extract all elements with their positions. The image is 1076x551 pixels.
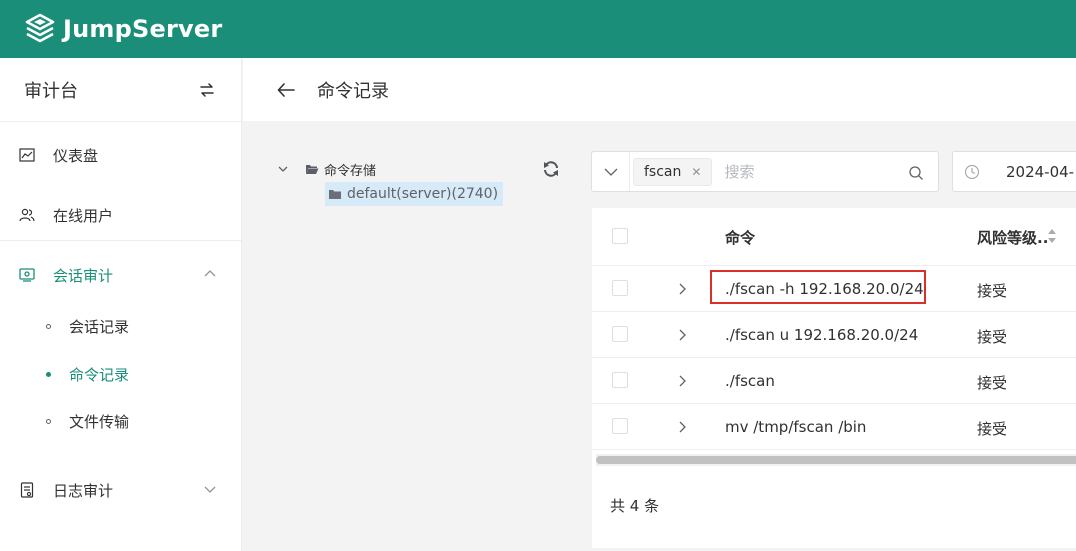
sidebar-subitem-label: 命令记录: [69, 365, 130, 384]
page-header: 命令记录: [243, 58, 1076, 121]
caret-down-icon[interactable]: [276, 162, 290, 176]
clock-icon: [964, 164, 980, 179]
sidebar-item-log-audit[interactable]: 日志审计: [0, 470, 241, 510]
sidebar-subitem-label: 会话记录: [69, 317, 130, 336]
chevron-down-icon[interactable]: [203, 482, 217, 496]
chevron-right-icon[interactable]: [677, 328, 689, 342]
sidebar-title: 审计台: [24, 80, 78, 102]
command-table: 命令 风险等级.. ./fscan -h 192.168.20.0/24 接受 …: [592, 208, 1076, 548]
sidebar-subitem-file-transfer[interactable]: 文件传输: [0, 401, 241, 441]
date-start-value: 2024-04-: [1006, 162, 1075, 181]
row-checkbox[interactable]: [612, 280, 628, 296]
date-range-picker[interactable]: 2024-04-: [952, 151, 1076, 192]
jumpserver-logo-icon: [24, 13, 56, 45]
risk-cell: 接受: [977, 282, 1008, 300]
sidebar-item-session-audit[interactable]: 会话审计: [0, 255, 241, 295]
column-header-command[interactable]: 命令: [725, 227, 755, 248]
sidebar-item-dashboard[interactable]: 仪表盘: [0, 135, 241, 175]
risk-cell: 接受: [977, 328, 1008, 346]
sort-icon[interactable]: [1047, 227, 1057, 245]
filter-tag: fscan ✕: [633, 157, 713, 186]
sidebar-item-label: 在线用户: [53, 206, 114, 225]
top-navbar: JumpServer: [0, 0, 1076, 58]
filter-tag-label: fscan: [644, 163, 682, 180]
brand-name: JumpServer: [63, 15, 223, 43]
row-checkbox[interactable]: [612, 418, 628, 434]
row-checkbox[interactable]: [612, 372, 628, 388]
command-cell: ./fscan u 192.168.20.0/24: [725, 326, 919, 344]
sidebar: 审计台 仪表盘 在线用户 会话审计 会话记录 命令记录 文件传输 日志审计: [0, 58, 242, 551]
users-icon: [18, 206, 36, 224]
sidebar-item-online-users[interactable]: 在线用户: [0, 195, 241, 235]
close-icon[interactable]: ✕: [691, 165, 701, 179]
horizontal-scrollbar[interactable]: [596, 454, 1076, 466]
risk-cell: 接受: [977, 374, 1008, 392]
tree-node-label: default(server)(2740): [347, 186, 499, 202]
scrollbar-thumb[interactable]: [596, 456, 1076, 464]
tree-node-label: 命令存储: [324, 163, 377, 179]
tree-node-root[interactable]: 命令存储: [276, 156, 576, 182]
command-cell: mv /tmp/fscan /bin: [725, 418, 867, 436]
sidebar-item-label: 仪表盘: [53, 146, 99, 165]
folder-open-icon: [306, 165, 319, 174]
chart-icon: [18, 146, 36, 164]
tree-node-default-server[interactable]: default(server)(2740): [325, 182, 504, 206]
sidebar-header: 审计台: [0, 58, 241, 122]
search-bar: fscan ✕: [591, 151, 939, 192]
bullet-dot-icon: [46, 323, 51, 329]
page-title: 命令记录: [317, 80, 389, 102]
table-row[interactable]: mv /tmp/fscan /bin 接受: [592, 404, 1076, 450]
chevron-right-icon[interactable]: [677, 282, 689, 296]
chevron-up-icon[interactable]: [203, 267, 217, 281]
sidebar-subitem-session-records[interactable]: 会话记录: [0, 306, 241, 346]
sidebar-subitem-command-records[interactable]: 命令记录: [0, 354, 241, 394]
bullet-dot-icon: [46, 371, 51, 377]
sidebar-item-label: 会话审计: [53, 266, 114, 285]
highlight-box: [710, 270, 926, 304]
table-row[interactable]: ./fscan 接受: [592, 358, 1076, 404]
command-cell: ./fscan: [725, 372, 775, 390]
row-checkbox[interactable]: [612, 326, 628, 342]
back-arrow-icon[interactable]: [276, 80, 296, 100]
folder-icon: [329, 190, 341, 199]
filter-dropdown[interactable]: [592, 152, 630, 191]
refresh-icon[interactable]: [542, 160, 560, 178]
chevron-down-icon: [604, 168, 617, 176]
sidebar-item-label: 日志审计: [53, 481, 114, 500]
chevron-right-icon[interactable]: [677, 420, 689, 434]
select-all-checkbox[interactable]: [612, 228, 628, 244]
column-header-risk-level[interactable]: 风险等级..: [977, 227, 1048, 248]
sidebar-divider: [0, 240, 241, 241]
chevron-right-icon[interactable]: [677, 374, 689, 388]
log-audit-icon: [18, 481, 36, 499]
storage-tree: 命令存储 default(server)(2740): [276, 156, 576, 206]
sidebar-subitem-label: 文件传输: [69, 412, 130, 431]
search-icon[interactable]: [908, 165, 924, 181]
session-audit-icon: [18, 266, 36, 284]
risk-cell: 接受: [977, 420, 1008, 438]
table-header: 命令 风险等级..: [592, 208, 1076, 266]
bullet-dot-icon: [46, 418, 51, 424]
switch-view-icon[interactable]: [197, 80, 217, 100]
search-input[interactable]: [724, 162, 895, 181]
pagination-total: 共 4 条: [610, 497, 660, 515]
logo[interactable]: JumpServer: [24, 13, 222, 45]
table-row[interactable]: ./fscan u 192.168.20.0/24 接受: [592, 312, 1076, 358]
